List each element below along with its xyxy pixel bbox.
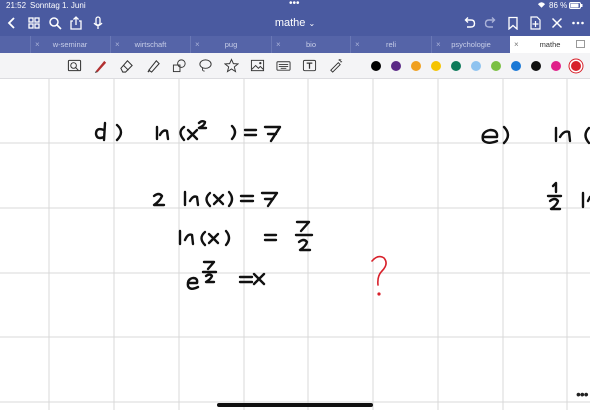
wifi-icon [537,1,546,11]
close-icon[interactable] [549,15,565,31]
note-canvas[interactable] [0,79,590,410]
tab-wirtschaft[interactable]: × wirtschaft [110,36,190,53]
status-date: Sonntag 1. Juni [30,1,86,10]
red-question-mark [371,255,387,296]
redo-icon[interactable] [483,15,499,31]
document-title[interactable]: mathe ⌄ [0,17,590,29]
tab-label: pug [224,40,238,49]
note-page[interactable] [0,79,590,410]
shapes-icon[interactable] [171,57,187,73]
color-swatch[interactable] [491,61,501,71]
bookmark-icon[interactable] [505,15,521,31]
laser-pointer-icon[interactable] [327,57,343,73]
page-options-icon[interactable]: ••• [576,386,589,402]
tab-overview-icon[interactable] [576,40,586,51]
document-title-label: mathe [274,17,306,29]
pen-icon[interactable] [92,57,108,73]
status-time: 21:52 [6,1,27,10]
handwriting-task-d [94,120,282,143]
highlighter-icon[interactable] [145,57,161,73]
tab-label: psychologie [451,40,491,49]
tab-bar: × w-seminar × wirtschaft × pug × bio × r… [0,36,590,53]
battery-icon [569,2,583,11]
tab-bio[interactable]: × bio [271,36,350,53]
tab-mathe[interactable]: × mathe [510,36,590,53]
tab-label: wirtschaft [134,40,167,49]
tab-label: bio [305,40,316,49]
tab-reli[interactable]: × reli [350,36,431,53]
color-swatch[interactable] [471,61,481,71]
color-swatch[interactable] [531,61,541,71]
color-swatch[interactable] [431,61,441,71]
color-swatch[interactable] [391,61,401,71]
text-icon[interactable] [301,57,317,73]
title-bar: 21:52 Sonntag 1. Juni ••• 86 % mathe ⌄ [0,0,590,36]
chevron-down-icon: ⌄ [308,19,316,28]
lasso-ocr-icon[interactable] [66,57,82,73]
home-indicator [217,403,373,407]
more-options-icon[interactable] [570,15,586,31]
color-swatch[interactable] [511,61,521,71]
battery-label: 86 % [549,1,568,10]
handwriting-task-e [481,125,590,145]
color-swatch[interactable] [571,61,581,71]
multitask-dots-icon[interactable]: ••• [289,0,300,9]
sticker-icon[interactable] [223,57,239,73]
drawing-toolbar [0,53,590,79]
tab-label: w-seminar [52,40,88,49]
color-swatch[interactable] [451,61,461,71]
handwriting-fraction-half [546,181,590,211]
tab-psychologie[interactable]: × psychologie [431,36,510,53]
handwriting-step-2 [178,220,314,252]
color-swatch[interactable] [371,61,381,71]
add-page-icon[interactable] [527,15,543,31]
color-swatch[interactable] [411,61,421,71]
tab-w-seminar[interactable]: × w-seminar [30,36,109,53]
tab-label: reli [385,40,396,49]
keyboard-icon[interactable] [275,57,291,73]
handwriting-step-3 [186,260,266,290]
lasso-icon[interactable] [197,57,213,73]
color-swatch[interactable] [551,61,561,71]
image-icon[interactable] [249,57,265,73]
tab-pug[interactable]: × pug [190,36,271,53]
undo-icon[interactable] [461,15,477,31]
grid-lines [0,79,590,410]
handwriting-step-1 [152,190,279,208]
eraser-icon[interactable] [118,57,134,73]
tab-1[interactable] [0,36,27,53]
